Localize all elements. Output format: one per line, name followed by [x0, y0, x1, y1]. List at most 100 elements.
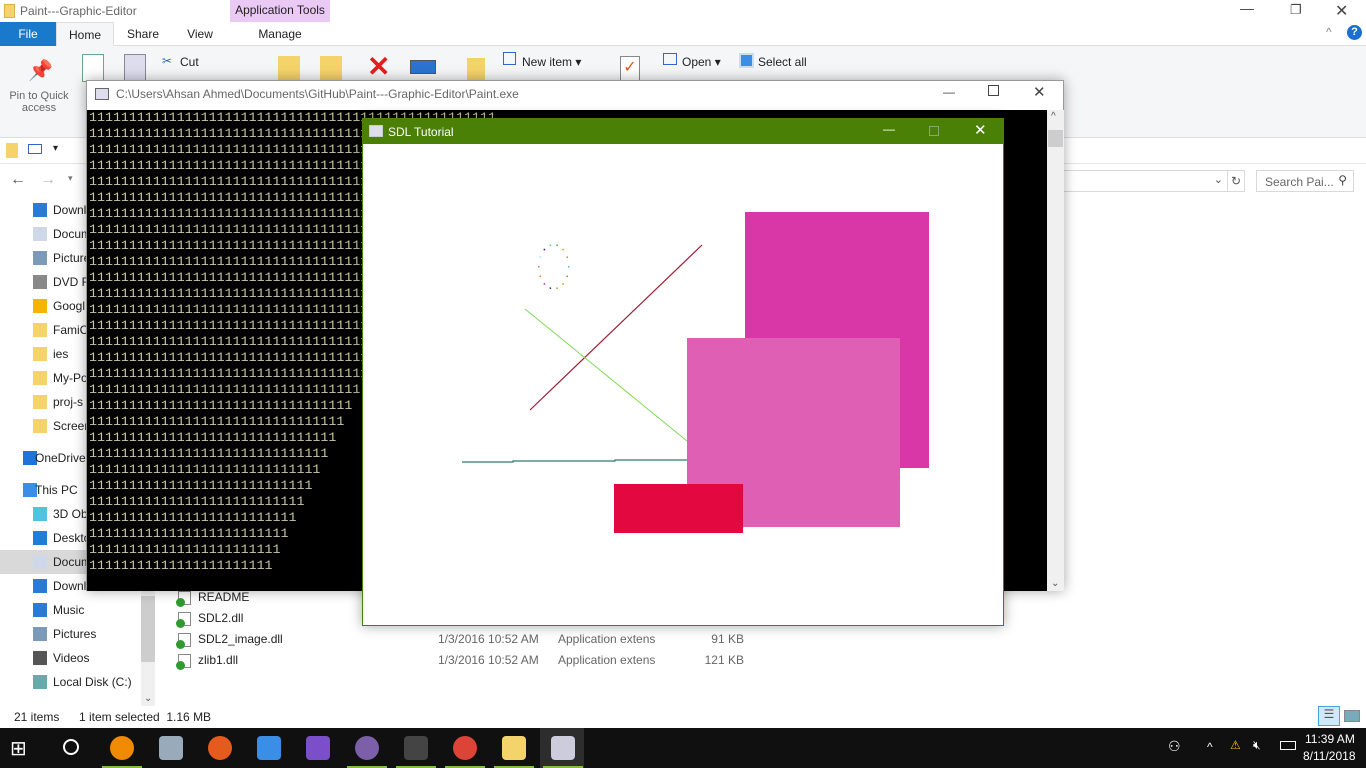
close-button[interactable]: ✕ [1335, 1, 1348, 21]
forward-button[interactable]: → [40, 171, 56, 189]
address-dropdown-icon[interactable]: ⌄ [1214, 173, 1223, 186]
new-item-button[interactable]: New item ▾ [522, 55, 581, 69]
console-scrollbar[interactable]: ^ ⌄ [1047, 110, 1064, 591]
github-desktop-icon[interactable] [355, 736, 379, 760]
battery-charging-icon[interactable] [1280, 741, 1296, 750]
details-view-button[interactable]: ☰ [1318, 706, 1340, 726]
circle-dot [566, 275, 569, 278]
local-disk-icon [33, 675, 47, 689]
firefox-icon[interactable] [208, 736, 232, 760]
address-bar[interactable]: ⌄ [1060, 170, 1228, 192]
google-drive-icon [33, 299, 47, 313]
file-row[interactable]: zlib1.dll 1/3/2016 10:52 AM Application … [175, 650, 775, 671]
sidebar-item[interactable]: Local Disk (C:) [0, 670, 155, 694]
tab-file[interactable]: File [0, 22, 56, 46]
pin-to-quick-access-button[interactable]: Pin to Quick access [6, 90, 72, 114]
window-title: Paint---Graphic-Editor [20, 4, 137, 18]
console-maximize-button[interactable] [988, 85, 999, 96]
task-manager-icon[interactable] [159, 736, 183, 760]
teal-line [462, 459, 687, 463]
console-app-icon[interactable] [551, 736, 575, 760]
wifi-warning-icon[interactable]: ⚠ [1230, 738, 1241, 752]
console-minimize-button[interactable]: — [943, 85, 955, 99]
file-date: 1/3/2016 10:52 AM [438, 653, 539, 667]
move-to-icon[interactable] [278, 56, 300, 80]
remote-desktop-icon[interactable] [257, 736, 281, 760]
volume-muted-icon[interactable]: 🔇︎ [1253, 738, 1261, 753]
tab-manage[interactable]: Manage [230, 22, 330, 46]
dotted-circle [538, 244, 570, 289]
sidebar-item[interactable]: Videos [0, 646, 155, 670]
select-all-button[interactable]: Select all [758, 55, 807, 69]
console-line: 11111111111111111111111111111111111 [89, 366, 369, 381]
refresh-button[interactable]: ↻ [1227, 170, 1245, 192]
tab-home[interactable]: Home [56, 22, 114, 46]
cut-button[interactable]: Cut [180, 55, 199, 69]
people-icon[interactable]: ⚇ [1168, 738, 1181, 755]
vlc-icon[interactable] [110, 736, 134, 760]
console-line: 111111111111111111111111111111111111111 [89, 302, 401, 317]
sdl-close-button[interactable]: ✕ [974, 121, 987, 139]
circle-dot [539, 275, 541, 278]
sdl-minimize-button[interactable]: — [883, 122, 895, 136]
tab-view[interactable]: View [176, 22, 224, 46]
clock-time[interactable]: 11:39 AM [1305, 732, 1355, 746]
tab-share[interactable]: Share [118, 22, 168, 46]
circle-dot [543, 248, 546, 251]
file-explorer-icon[interactable] [502, 736, 526, 760]
collapse-ribbon-icon[interactable]: ^ [1326, 25, 1332, 39]
cut-icon: ✂ [162, 54, 173, 68]
crimson-line [529, 244, 703, 411]
back-button[interactable]: ← [10, 171, 26, 189]
file-row[interactable]: SDL2_image.dll 1/3/2016 10:52 AM Applica… [175, 629, 775, 650]
copy-icon[interactable] [82, 54, 104, 82]
sidebar-item[interactable]: Pictures [0, 622, 155, 646]
search-box[interactable]: Search Pai... ⚲ [1256, 170, 1354, 192]
folder-synced-icon [33, 323, 47, 337]
recent-locations-icon[interactable]: ▾ [68, 173, 73, 184]
console-line: 1111111111111111111111111111 [89, 478, 313, 493]
file-size: 121 KB [704, 653, 744, 667]
console-close-button[interactable]: ✕ [1033, 83, 1046, 101]
new-folder-icon[interactable] [467, 58, 485, 82]
help-icon[interactable]: ? [1347, 25, 1362, 40]
customize-qat-icon[interactable]: ▾ [53, 143, 58, 154]
restore-button[interactable]: ❐ [1290, 2, 1302, 18]
file-type: Application extens [558, 632, 656, 646]
new-item-icon [503, 52, 516, 65]
clock-date[interactable]: 8/11/2018 [1303, 749, 1356, 763]
paint-canvas[interactable] [363, 144, 1003, 625]
sdl-maximize-button[interactable] [929, 126, 939, 136]
copy-to-icon[interactable] [320, 56, 342, 80]
rename-icon[interactable] [410, 60, 436, 74]
chrome-icon[interactable] [453, 736, 477, 760]
properties-icon[interactable]: ✓ [620, 56, 640, 82]
console-app-icon [95, 88, 109, 100]
circle-dot [538, 266, 540, 268]
pictures-icon [33, 627, 47, 641]
circle-dot [556, 244, 558, 247]
large-icons-view-button[interactable] [1344, 710, 1360, 722]
start-button[interactable]: ⊞ [10, 736, 27, 761]
console-line: 11111111111111111111111111 [89, 510, 297, 525]
minimize-button[interactable]: — [1240, 0, 1260, 16]
document-icon [33, 227, 47, 241]
context-tab-group: Application Tools [230, 0, 330, 22]
dvd-drive-icon [33, 275, 47, 289]
sublime-text-icon[interactable] [404, 736, 428, 760]
show-hidden-icons-button[interactable]: ^ [1207, 740, 1213, 754]
cortana-button[interactable] [63, 739, 79, 755]
search-icon: ⚲ [1338, 173, 1347, 187]
console-title: C:\Users\Ahsan Ahmed\Documents\GitHub\Pa… [116, 87, 519, 101]
sync-ok-icon [176, 640, 185, 649]
paste-icon[interactable] [124, 54, 146, 82]
visual-studio-icon[interactable] [306, 736, 330, 760]
videos-icon [33, 651, 47, 665]
open-button[interactable]: Open ▾ [682, 55, 721, 69]
sidebar-item[interactable]: Music [0, 598, 155, 622]
circle-dot [568, 266, 570, 268]
delete-icon[interactable]: ✕ [367, 50, 390, 83]
file-date: 1/3/2016 10:52 AM [438, 632, 539, 646]
pictures-icon [33, 251, 47, 265]
properties-qat-icon[interactable] [28, 144, 42, 154]
